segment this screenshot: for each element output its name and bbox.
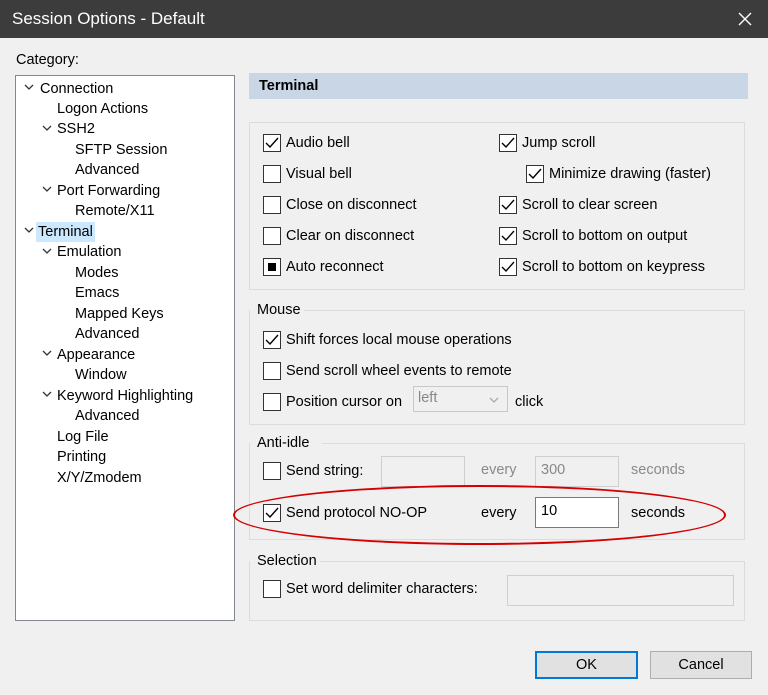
checkbox-box	[499, 134, 517, 152]
word-delimiter-input[interactable]	[507, 575, 734, 606]
title-bar: Session Options - Default	[0, 0, 768, 38]
tree-item-mapped-keys[interactable]: Mapped Keys	[73, 304, 166, 324]
checkmark-icon	[265, 334, 279, 346]
word-delimiter-label: Set word delimiter characters:	[286, 581, 478, 597]
position-cursor-select[interactable]: left	[413, 386, 508, 412]
tree-item-emacs[interactable]: Emacs	[73, 283, 121, 303]
tree-item-terminal[interactable]: Terminal	[36, 222, 95, 242]
panel-header: Terminal	[249, 73, 748, 99]
checkbox-box	[263, 134, 281, 152]
chevron-down-icon[interactable]	[40, 385, 54, 405]
chevron-down-icon[interactable]	[40, 242, 54, 262]
position-cursor-label: Position cursor on	[286, 394, 403, 410]
checkbox-box	[263, 393, 281, 411]
chevron-down-icon[interactable]	[22, 221, 36, 241]
tree-item-xyzmodem[interactable]: X/Y/Zmodem	[55, 468, 144, 488]
minimize-drawing-label: Minimize drawing (faster)	[549, 166, 711, 182]
checkbox-box	[263, 362, 281, 380]
audio-bell-label: Audio bell	[286, 135, 350, 151]
visual-bell-label: Visual bell	[286, 166, 352, 182]
auto-reconnect-label: Auto reconnect	[286, 259, 384, 275]
tree-item-log-file[interactable]: Log File	[55, 427, 111, 447]
scroll-bottom-keypress-label: Scroll to bottom on keypress	[522, 259, 705, 275]
shift-forces-label: Shift forces local mouse operations	[286, 332, 512, 348]
checkbox-box	[499, 227, 517, 245]
send-string-interval-input[interactable]: 300	[535, 456, 619, 487]
chevron-down-icon[interactable]	[40, 119, 54, 139]
close-icon	[738, 12, 752, 26]
tree-item-keyword-advanced[interactable]: Advanced	[73, 406, 142, 426]
checkmark-icon	[501, 199, 515, 211]
tree-item-keyword-highlighting[interactable]: Keyword Highlighting	[55, 386, 195, 406]
chevron-down-icon[interactable]	[40, 180, 54, 200]
send-string-input[interactable]	[381, 456, 465, 487]
chevron-down-icon[interactable]	[40, 344, 54, 364]
checkbox-box	[263, 227, 281, 245]
checkbox-box	[263, 580, 281, 598]
tree-item-sftp-session[interactable]: SFTP Session	[73, 140, 169, 160]
checkmark-icon	[501, 137, 515, 149]
checkmark-icon	[528, 168, 542, 180]
tree-item-appearance[interactable]: Appearance	[55, 345, 137, 365]
close-button[interactable]	[722, 0, 768, 38]
tree-item-remote-x11[interactable]: Remote/X11	[73, 201, 157, 221]
window-title: Session Options - Default	[12, 9, 205, 28]
chevron-down-icon[interactable]	[22, 78, 36, 98]
tree-item-port-forwarding[interactable]: Port Forwarding	[55, 181, 162, 201]
checkbox-box	[499, 258, 517, 276]
checkmark-icon	[265, 137, 279, 149]
tree-item-emulation-advanced[interactable]: Advanced	[73, 324, 142, 344]
cancel-button[interactable]: Cancel	[650, 651, 752, 679]
every-label-1: every	[481, 462, 517, 478]
tree-item-connection[interactable]: Connection	[38, 79, 115, 99]
group-border	[304, 310, 745, 311]
click-label: click	[515, 394, 544, 410]
tree-item-emulation[interactable]: Emulation	[55, 242, 123, 262]
tree-item-ssh2[interactable]: SSH2	[55, 119, 97, 139]
indeterminate-icon	[268, 263, 276, 271]
tree-item-ssh2-advanced[interactable]: Advanced	[73, 160, 142, 180]
checkbox-box	[499, 196, 517, 214]
checkbox-box	[263, 462, 281, 480]
tree-item-logon-actions[interactable]: Logon Actions	[55, 99, 150, 119]
tree-item-printing[interactable]: Printing	[55, 447, 108, 467]
checkmark-icon	[501, 230, 515, 242]
group-border	[320, 561, 745, 562]
checkbox-box	[526, 165, 544, 183]
close-on-disconnect-label: Close on disconnect	[286, 197, 417, 213]
category-tree[interactable]: Connection Logon Actions SSH2 SFTP Sessi…	[15, 75, 235, 621]
jump-scroll-label: Jump scroll	[522, 135, 596, 151]
checkbox-box	[263, 258, 281, 276]
checkbox-box	[263, 196, 281, 214]
checkbox-box	[263, 165, 281, 183]
group-border	[322, 443, 745, 444]
tree-item-modes[interactable]: Modes	[73, 263, 121, 283]
send-string-label: Send string:	[286, 463, 364, 479]
category-label: Category:	[16, 52, 79, 68]
chevron-down-icon	[489, 397, 499, 403]
checkbox-box	[263, 331, 281, 349]
clear-on-disconnect-label: Clear on disconnect	[286, 228, 415, 244]
highlight-annotation	[233, 485, 726, 545]
ok-button[interactable]: OK	[535, 651, 638, 679]
position-select-value: left	[418, 390, 438, 406]
scroll-wheel-label: Send scroll wheel events to remote	[286, 363, 512, 379]
seconds-label-1: seconds	[631, 462, 686, 478]
checkmark-icon	[501, 261, 515, 273]
scroll-clear-screen-label: Scroll to clear screen	[522, 197, 658, 213]
scroll-bottom-output-label: Scroll to bottom on output	[522, 228, 688, 244]
tree-item-window[interactable]: Window	[73, 365, 129, 385]
